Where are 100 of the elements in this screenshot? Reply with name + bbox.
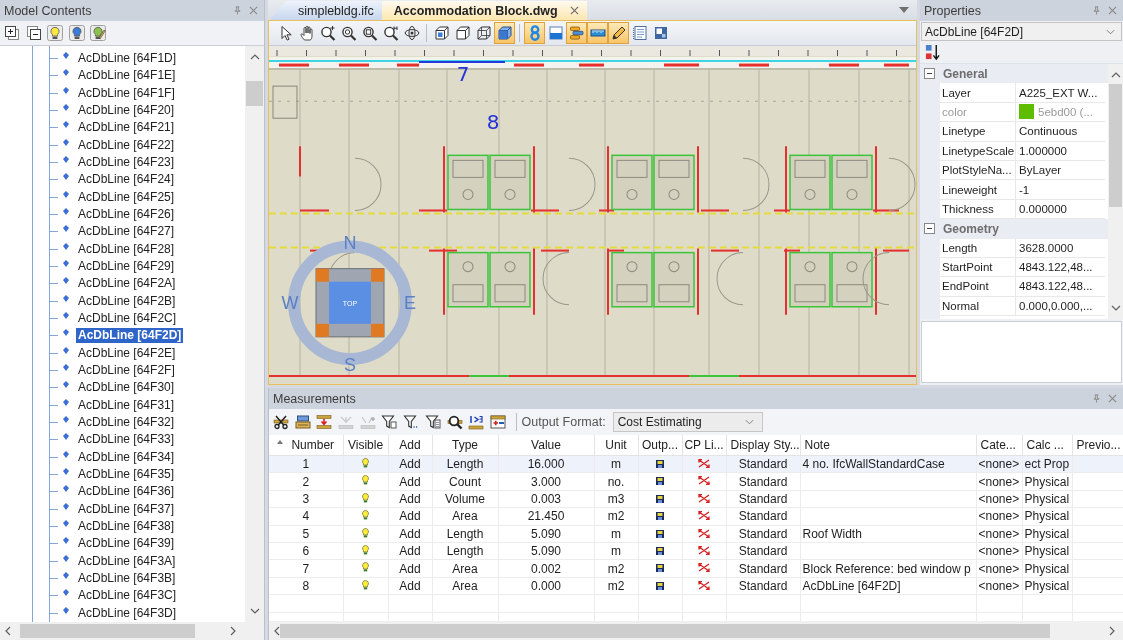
chevron-right-icon[interactable] [1109, 625, 1115, 636]
column-header[interactable]: Note [800, 435, 976, 456]
search-icon[interactable] [446, 414, 463, 430]
document-tab[interactable]: Accommodation Block.dwg [381, 1, 587, 20]
toggle-button[interactable] [524, 22, 545, 44]
ruler-arrow-icon[interactable] [316, 414, 333, 430]
list-icon[interactable] [631, 25, 648, 41]
table-row[interactable]: 7 Add Area 0.002 m2 Standard Block Reference: bed window p <none> Physical [269, 559, 1123, 578]
bulb-icon[interactable] [362, 562, 369, 573]
column-header[interactable]: Unit [594, 435, 638, 456]
tree-item[interactable]: AcDbLine [64F1D] [76, 51, 179, 67]
cross-icon[interactable] [698, 545, 710, 555]
cross-icon[interactable] [698, 493, 710, 503]
tree-item[interactable]: AcDbLine [64F30] [76, 380, 177, 396]
tree-item[interactable]: AcDbLine [64F1E] [76, 68, 178, 84]
tree-item[interactable]: AcDbLine [64F33] [76, 432, 177, 448]
table-row[interactable]: 5 Add Length 5.090 m Standard Roof Width <none> Physical [269, 525, 1123, 543]
filter-icon[interactable] [381, 414, 398, 430]
property-value[interactable]: Continuous [1019, 125, 1078, 138]
cross-icon[interactable] [698, 563, 710, 573]
collapse-icon[interactable] [924, 223, 935, 235]
table-row[interactable]: 6 Add Length 5.090 m Standard <none> Physical [269, 542, 1123, 560]
property-value[interactable]: 1.000000 [1019, 144, 1067, 157]
tree-item[interactable]: AcDbLine [64F24] [76, 172, 177, 188]
filter-icon[interactable] [403, 414, 420, 430]
property-value[interactable]: -1 [1019, 183, 1030, 196]
tree-item[interactable]: AcDbLine [64F21] [76, 120, 177, 136]
tree-item[interactable]: AcDbLine [64F39] [76, 536, 177, 552]
column-header[interactable]: Number [269, 435, 343, 456]
hand-icon[interactable] [298, 25, 315, 41]
tree-item[interactable]: AcDbLine [64F2F] [76, 363, 177, 379]
chevron-left-icon[interactable] [5, 626, 11, 636]
zoom-icon[interactable] [319, 25, 336, 41]
tree-item[interactable]: AcDbLine [64F2A] [76, 276, 178, 292]
tree-item[interactable]: AcDbLine [64F34] [76, 449, 177, 465]
column-header[interactable]: Outp... [638, 435, 682, 456]
chevron-down-icon[interactable] [249, 608, 260, 614]
column-header[interactable]: Visible [343, 435, 388, 456]
tree-item[interactable]: AcDbLine [64F3C] [76, 588, 179, 604]
panel-icon[interactable] [547, 25, 564, 41]
column-header[interactable]: Add [388, 435, 432, 456]
table-row[interactable]: 1 Add Length 16.000 m Standard 4 no. IfcWallStandardCase <none> ect Prop [269, 455, 1123, 473]
scissors-icon[interactable] [273, 414, 289, 430]
vertical-scrollbar[interactable] [1108, 64, 1123, 319]
zoom-icon[interactable] [382, 25, 399, 41]
chevron-up-icon[interactable] [1110, 72, 1121, 78]
scrollbar-thumb[interactable] [20, 624, 195, 638]
bulb-icon[interactable] [362, 527, 369, 538]
expand-all-icon[interactable] [4, 25, 20, 41]
tree-item[interactable]: AcDbLine [64F2B] [76, 293, 178, 309]
vertical-scrollbar[interactable] [245, 46, 264, 622]
column-header[interactable]: Type [432, 435, 498, 456]
bulb-edit-icon[interactable] [90, 25, 106, 41]
cross-icon[interactable] [698, 511, 710, 521]
table-row[interactable]: 4 Add Area 21.450 m2 Standard <none> Physical [269, 507, 1123, 526]
property-value[interactable]: 0.000,0.000,... [1019, 299, 1093, 312]
tree-item[interactable]: AcDbLine [64F38] [76, 519, 177, 534]
tree-item[interactable]: AcDbLine [64F22] [76, 137, 177, 153]
table-row[interactable]: 3 Add Volume 0.003 m3 Standard <none> Physical [269, 490, 1123, 508]
bulb-icon[interactable] [68, 25, 85, 41]
property-value[interactable]: 3628.0000 [1019, 241, 1074, 254]
column-header[interactable]: Calc ... [1022, 435, 1072, 456]
tray-icon[interactable] [294, 414, 311, 430]
orbit-icon[interactable] [403, 25, 420, 41]
output-format-dropdown[interactable]: Cost Estimating [612, 412, 763, 432]
tree-item[interactable]: AcDbLine [64F3A] [76, 553, 178, 569]
scrollbar-thumb[interactable] [280, 623, 1050, 638]
scrollbar-thumb[interactable] [1109, 84, 1122, 207]
toggle-button[interactable] [608, 22, 629, 44]
property-value[interactable]: 0.000000 [1019, 202, 1067, 215]
tree-item[interactable]: AcDbLine [64F23] [76, 155, 177, 171]
collapse-icon[interactable] [924, 68, 935, 80]
tile-icon[interactable] [652, 25, 669, 41]
bulb-icon[interactable] [362, 475, 369, 486]
tree-item[interactable]: AcDbLine [64F29] [76, 259, 177, 275]
bulb-icon[interactable] [47, 25, 63, 41]
tree-item[interactable]: AcDbLine [64F2C] [76, 311, 179, 327]
tree-item[interactable]: AcDbLine [64F3D] [76, 605, 179, 621]
column-header[interactable]: Display Sty... [726, 435, 800, 456]
object-selector[interactable]: AcDbLine [64F2D] [921, 22, 1122, 41]
table-row[interactable]: 2 Add Count 3.000 no. Standard <none> Physical [269, 472, 1123, 491]
tree-item[interactable]: AcDbLine [64F20] [76, 103, 177, 119]
toggle-button[interactable] [566, 22, 587, 44]
collapse-all-icon[interactable] [25, 25, 42, 41]
caret-down-icon[interactable] [899, 7, 909, 13]
tree-item[interactable]: AcDbLine [64F25] [76, 189, 177, 205]
column-header[interactable]: Cate... [976, 435, 1022, 456]
scrollbar-thumb[interactable] [246, 81, 263, 106]
tree-item[interactable]: AcDbLine [64F36] [76, 484, 177, 500]
tree-item[interactable]: AcDbLine [64F35] [76, 467, 177, 483]
zoom-icon[interactable] [340, 25, 357, 41]
tree-item[interactable]: AcDbLine [64F27] [76, 224, 177, 240]
tree-item[interactable]: AcDbLine [64F1F] [76, 85, 177, 101]
horizontal-scrollbar[interactable] [0, 622, 264, 640]
chevron-left-icon[interactable] [274, 625, 280, 636]
close-icon[interactable] [569, 6, 579, 15]
tree-item[interactable]: AcDbLine [64F26] [76, 207, 177, 223]
column-header[interactable]: CP Li... [682, 435, 726, 456]
property-value[interactable]: A225_EXT W... [1019, 86, 1098, 99]
tree-item[interactable]: AcDbLine [64F32] [76, 415, 177, 431]
